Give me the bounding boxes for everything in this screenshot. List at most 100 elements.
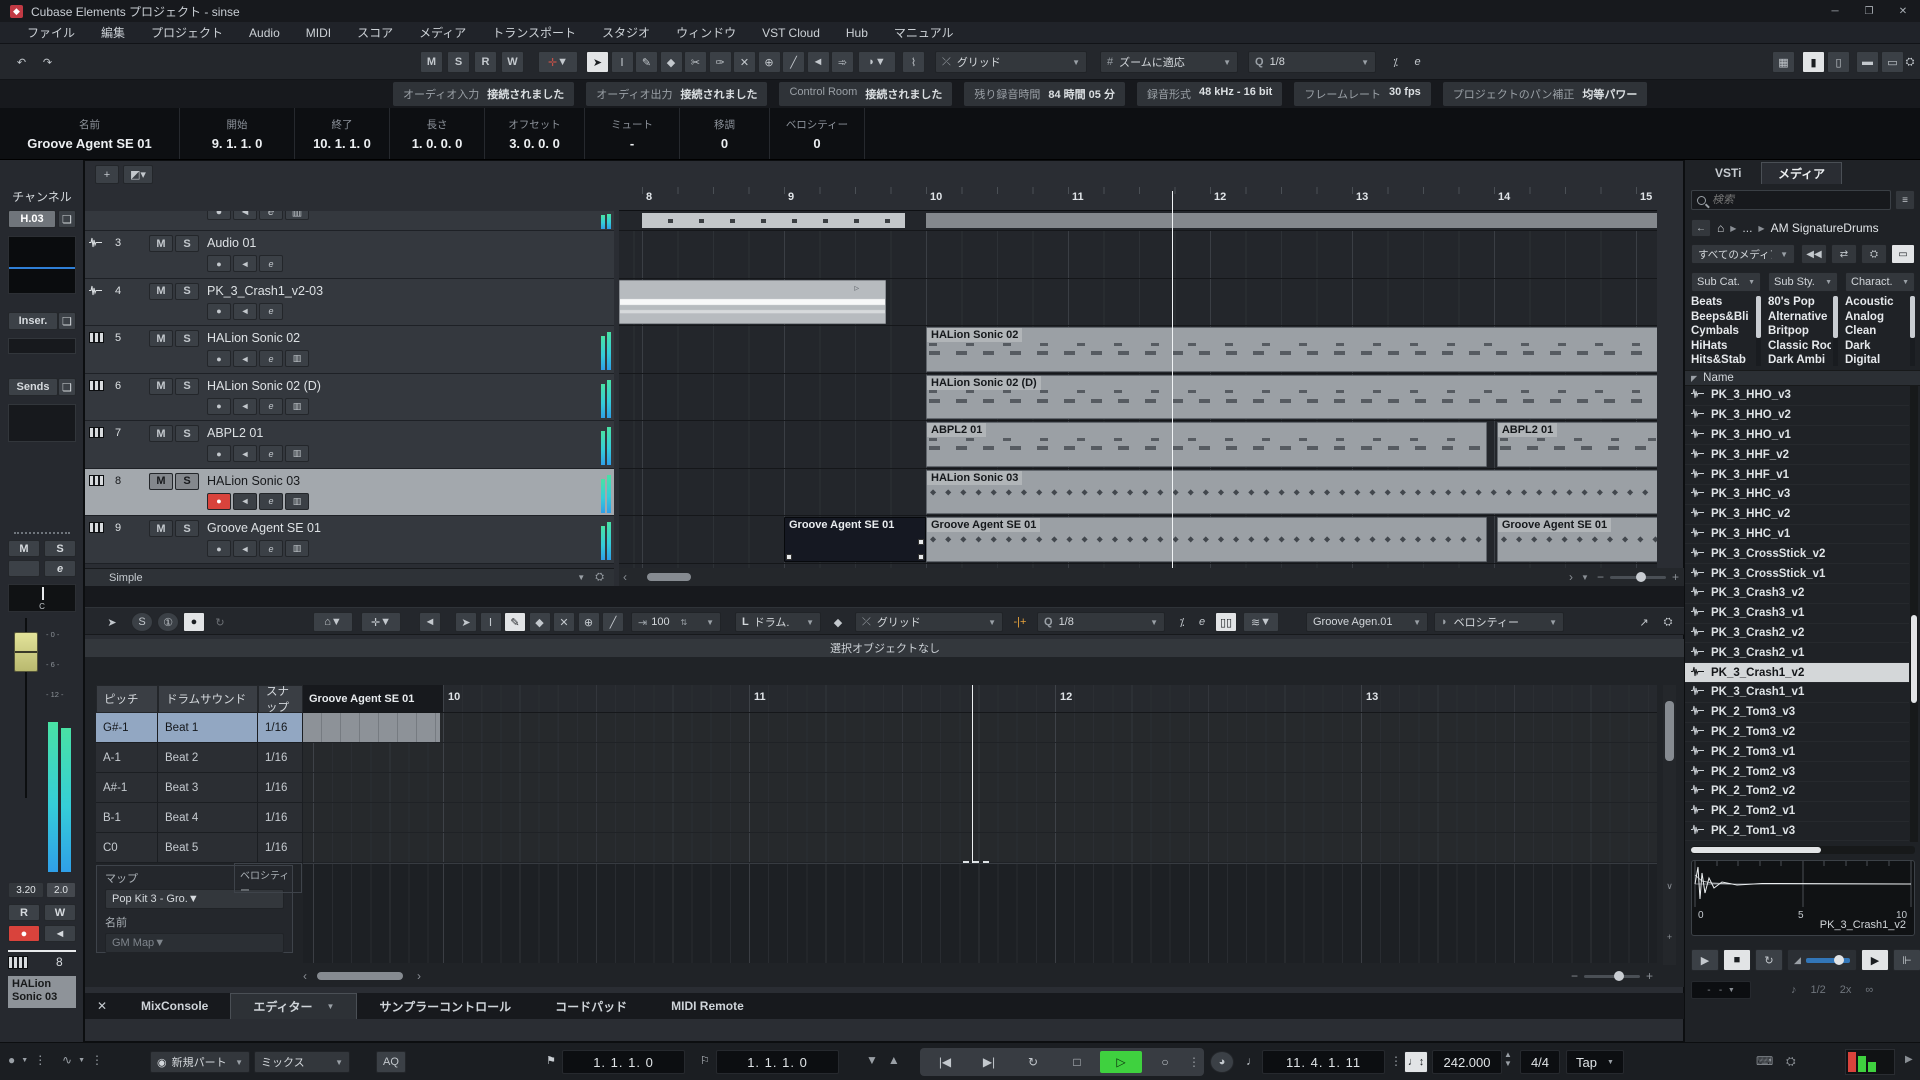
track-instrument-button[interactable]: ▥ — [285, 493, 309, 510]
track-row-Audio 01[interactable]: 3MSAudio 01●◄e — [85, 231, 614, 279]
range-tool-icon[interactable]: Ⅰ — [611, 51, 634, 73]
editor-solo-button[interactable]: S — [131, 612, 153, 632]
track-mute-button[interactable]: M — [149, 378, 173, 395]
tab-エディター[interactable]: エディター▼ — [230, 993, 357, 1019]
media-search-box[interactable] — [1691, 190, 1891, 210]
status-Control Room[interactable]: Control Room接続されました — [779, 82, 952, 106]
file-row-PK_2_Tom1_v3[interactable]: PK_2_Tom1_v3 — [1685, 822, 1909, 842]
play-button[interactable]: ▷ — [1100, 1051, 1142, 1073]
file-row-PK_3_HHF_v1[interactable]: PK_3_HHF_v1 — [1685, 465, 1909, 485]
filter-header-Sub Cat.[interactable]: Sub Cat.▼ — [1691, 272, 1761, 292]
track-monitor-button[interactable]: ◄ — [233, 303, 257, 320]
file-row-PK_3_HHF_v2[interactable]: PK_3_HHF_v2 — [1685, 445, 1909, 465]
status-フレームレート[interactable]: フレームレート30 fps — [1294, 82, 1430, 106]
record-enable-button[interactable]: ● — [8, 925, 40, 942]
filter-scrollbar[interactable] — [1756, 296, 1761, 366]
part-edit-mode-button[interactable]: ✛▼ — [361, 612, 401, 632]
event-handle[interactable] — [786, 554, 792, 560]
drum-snap[interactable]: 1/16 — [258, 773, 303, 803]
autoscroll-button[interactable]: ⌂▼ — [313, 612, 353, 632]
track-mute-button[interactable]: M — [149, 235, 173, 252]
close-button[interactable]: ✕ — [1886, 0, 1920, 22]
info-field-開始[interactable]: 開始9. 1. 1. 0 — [180, 108, 295, 159]
drum-grid-row[interactable] — [303, 713, 1657, 743]
snap-type-dropdown[interactable]: ⤫グリッド▼ — [935, 51, 1087, 73]
ed-zoom-out-icon[interactable]: − — [1571, 969, 1578, 983]
record-in-editor-button[interactable]: ① — [157, 612, 179, 632]
insert-velocity-stepper[interactable]: ⇥100⇅▼ — [631, 612, 721, 632]
track-record-button[interactable]: ● — [207, 493, 231, 510]
scrub-tool-icon[interactable]: ➾ — [831, 51, 854, 73]
search-input[interactable] — [1712, 194, 1862, 206]
preview-play-button[interactable]: ▶ — [1691, 949, 1719, 971]
send-slot[interactable] — [8, 404, 76, 442]
track-row-Groove Agent SE 01[interactable]: 9MSGroove Agent SE 01●◄e▥ — [85, 516, 614, 564]
file-row-PK_3_Crash3_v1[interactable]: PK_3_Crash3_v1 — [1685, 604, 1909, 624]
track-row-PK_3_Crash1_v2-03[interactable]: 4MSPK_3_Crash1_v2-03●◄e — [85, 279, 614, 327]
menu-item-編集[interactable]: 編集 — [88, 24, 138, 41]
audio-record-mode-group[interactable]: ∿▼⋮ — [62, 1053, 103, 1067]
timeline-ruler[interactable]: 89101112131415 — [619, 187, 1657, 211]
monitor-button[interactable]: ◄ — [44, 925, 76, 942]
track-record-button[interactable]: ● — [207, 445, 231, 462]
track-solo-button[interactable]: S — [175, 330, 199, 347]
add-track-button[interactable]: + — [95, 165, 119, 184]
drum-column-header-ピッチ[interactable]: ピッチ — [96, 685, 158, 713]
write-automation-button[interactable]: W — [44, 904, 76, 921]
file-row-PK_3_Crash2_v1[interactable]: PK_3_Crash2_v1 — [1685, 643, 1909, 663]
file-row-PK_3_CrossStick_v1[interactable]: PK_3_CrossStick_v1 — [1685, 564, 1909, 584]
track-solo-button[interactable]: S — [175, 473, 199, 490]
tab-MIDI Remote[interactable]: MIDI Remote — [649, 993, 766, 1019]
speed-double[interactable]: 2x — [1840, 984, 1852, 996]
strip-event[interactable] — [642, 213, 905, 228]
drum-pitch-G#-1[interactable]: G#-1 — [96, 713, 158, 743]
ed-select-tool-icon[interactable]: ➤ — [455, 612, 477, 632]
track-solo-button[interactable]: S — [175, 283, 199, 300]
track-monitor-button[interactable]: ◄ — [233, 398, 257, 415]
arrange-scroll-thumb[interactable] — [647, 573, 691, 581]
track-monitor-button[interactable]: ◄ — [233, 255, 257, 272]
stop-button[interactable]: □ — [1056, 1051, 1098, 1073]
maximize-button[interactable]: ❐ — [1852, 0, 1886, 22]
drum-grid-row[interactable] — [303, 803, 1657, 833]
snap-toggle-icon[interactable]: -|+ — [1009, 612, 1031, 632]
preview-stop-button[interactable]: ■ — [1723, 949, 1751, 971]
drum-grid[interactable] — [303, 713, 1657, 863]
ed-erase-tool-icon[interactable]: ◆ — [529, 612, 551, 632]
fader-handle[interactable] — [14, 632, 38, 672]
drum-sound-Beat 4[interactable]: Beat 4 — [158, 803, 258, 833]
zoom-slider[interactable] — [1610, 576, 1666, 579]
zoom-preset-icon[interactable]: ▼ — [1581, 573, 1589, 582]
home-icon[interactable]: ⌂ — [1717, 221, 1724, 235]
object-selection-combo-button[interactable]: ✛▼ — [538, 51, 578, 73]
map-name-dropdown[interactable]: GM Map▼ — [105, 933, 284, 953]
breadcrumb-current[interactable]: AM SignatureDrums — [1771, 221, 1879, 235]
redo-icon[interactable]: ↷ — [36, 51, 59, 73]
info-field-長さ[interactable]: 長さ1. 0. 0. 0 — [390, 108, 485, 159]
zone-full-toggle-icon[interactable]: ▭ — [1881, 51, 1904, 73]
filter-scrollbar[interactable] — [1833, 296, 1838, 366]
filter-header-Sub Sty.[interactable]: Sub Sty.▼ — [1768, 272, 1838, 292]
ed-mute-tool-icon[interactable]: ✕ — [553, 612, 575, 632]
media-gear-icon[interactable]: ⛭ — [1861, 244, 1887, 264]
transport-gear-icon[interactable]: ⛭ — [1786, 1054, 1796, 1069]
drum-column-header-スナップ[interactable]: スナップ — [258, 685, 303, 713]
track-record-button[interactable]: ● — [207, 303, 231, 320]
line-tool-icon[interactable]: ╱ — [782, 51, 805, 73]
filter-item-Alternative[interactable]: Alternative — [1768, 311, 1831, 326]
menu-item-マニュアル[interactable]: マニュアル — [881, 24, 967, 41]
track-record-button[interactable]: ● — [207, 398, 231, 415]
event-ABPL2 01[interactable]: ABPL2 01 — [1497, 422, 1657, 467]
menu-item-ファイル[interactable]: ファイル — [14, 24, 88, 41]
filter-item-Analog[interactable]: Analog — [1845, 311, 1908, 326]
project-playhead[interactable] — [1172, 191, 1173, 568]
arrange-lane-HALion Sonic 02 (D)[interactable]: HALion Sonic 02 (D) — [619, 374, 1657, 422]
key-select-dropdown[interactable]: - - ▼ — [1691, 981, 1751, 999]
pin-editor-icon[interactable]: ➤ — [101, 612, 123, 632]
midi-activity-icon[interactable]: ⌨ — [1756, 1054, 1773, 1068]
file-row-PK_2_Tom3_v1[interactable]: PK_2_Tom3_v1 — [1685, 742, 1909, 762]
filter-item-HiHats[interactable]: HiHats — [1691, 340, 1754, 355]
track-edit-button[interactable]: e — [259, 303, 283, 320]
minimize-button[interactable]: ─ — [1818, 0, 1852, 22]
menu-item-スタジオ[interactable]: スタジオ — [589, 24, 663, 41]
